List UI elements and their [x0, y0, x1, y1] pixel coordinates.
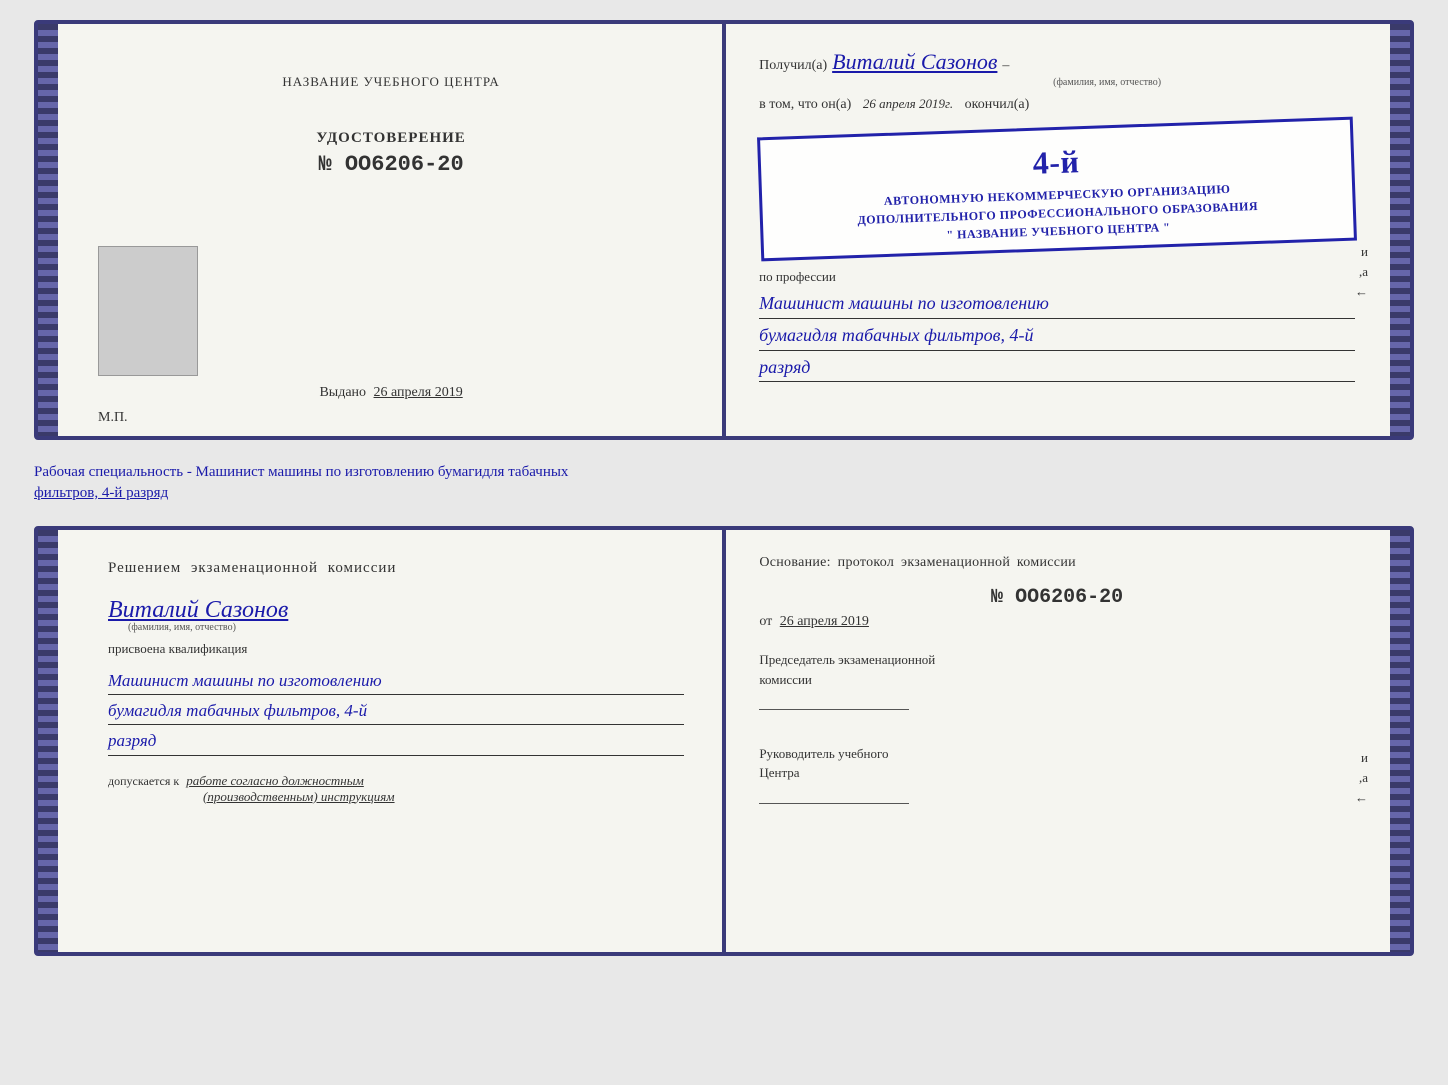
bottom-doc-right: Основание: протокол экзаменационной коми… — [724, 530, 1390, 952]
predsedatel-line2: комиссии — [759, 670, 1355, 690]
photo-placeholder — [98, 246, 198, 376]
udostoverenie-number: № ОО6206-20 — [318, 152, 463, 177]
dopusk-text: работе согласно должностным — [186, 773, 364, 788]
bottom-document: Решением экзаменационной комиссии Витали… — [34, 526, 1414, 956]
predsedatel-line1: Председатель экзаменационной — [759, 650, 1355, 670]
vtom-prefix: в том, что он(а) — [759, 97, 851, 112]
between-text: Рабочая специальность - Машинист машины … — [34, 458, 1414, 508]
dopuskaetsya-line: допускается к работе согласно должностны… — [108, 773, 364, 789]
bottom-side-i: и — [1361, 750, 1368, 766]
dopusk-prefix: допускается к — [108, 774, 179, 788]
bottom-name: Виталий Сазонов — [108, 597, 288, 624]
side-a: ,а — [1359, 264, 1368, 280]
top-doc-left: НАЗВАНИЕ УЧЕБНОГО ЦЕНТРА УДОСТОВЕРЕНИЕ №… — [58, 24, 724, 436]
okonchil: окончил(а) — [965, 97, 1030, 112]
top-document: НАЗВАНИЕ УЧЕБНОГО ЦЕНТРА УДОСТОВЕРЕНИЕ №… — [34, 20, 1414, 440]
ot-prefix: от — [759, 614, 772, 629]
osnovanie: Основание: протокол экзаменационной коми… — [759, 555, 1355, 571]
name-line: Виталий Сазонов (фамилия, имя, отчество) — [108, 597, 288, 633]
prof-line2: бумагидля табачных фильтров, 4-й — [759, 321, 1355, 351]
dopusk-text2: (производственным) инструкциям — [203, 789, 395, 805]
bottom-doc-left: Решением экзаменационной комиссии Витали… — [58, 530, 724, 952]
bottom-left-texture — [38, 530, 58, 952]
side-i: и — [1361, 244, 1368, 260]
po-professii: по профессии — [759, 269, 1355, 285]
ot-date-val: 26 апреля 2019 — [780, 614, 869, 629]
training-center-label: НАЗВАНИЕ УЧЕБНОГО ЦЕНТРА — [282, 74, 499, 90]
prisvoena-line: присвоена квалификация — [108, 641, 247, 657]
vydano-date: 26 апреля 2019 — [374, 385, 463, 400]
vtom-date: 26 апреля 2019г. — [863, 96, 953, 111]
prof-line3: разряд — [759, 353, 1355, 383]
protokol-number: № ОО6206-20 — [759, 586, 1355, 609]
bottom-name-sub: (фамилия, имя, отчество) — [128, 622, 236, 633]
right-texture — [1390, 24, 1410, 436]
bottom-right-texture — [1390, 530, 1410, 952]
rukovoditel-line1: Руководитель учебного — [759, 744, 1355, 764]
poluchil-dash: – — [1002, 58, 1009, 74]
bottom-side-a: ,а — [1359, 770, 1368, 786]
chairman-section: Председатель экзаменационной комиссии — [759, 650, 1355, 716]
poluchil-line: Получил(а) Виталий Сазонов – — [759, 49, 1355, 75]
qual-line3: разряд — [108, 727, 684, 755]
name-sublabel: (фамилия, имя, отчество) — [859, 77, 1355, 88]
vtom-line: в том, что он(а) 26 апреля 2019г. окончи… — [759, 96, 1355, 113]
side-arrow: ← — [1355, 284, 1368, 300]
vydano-line: Выдано 26 апреля 2019 — [319, 385, 462, 401]
bottom-side-arrow: ← — [1355, 790, 1368, 806]
stamp-block: 4-й АВТОНОМНУЮ НЕКОММЕРЧЕСКУЮ ОРГАНИЗАЦИ… — [757, 117, 1357, 262]
top-doc-right: Получил(а) Виталий Сазонов – (фамилия, и… — [724, 24, 1390, 436]
qual-line2: бумагидля табачных фильтров, 4-й — [108, 697, 684, 725]
recipient-name: Виталий Сазонов — [832, 49, 997, 75]
rukovoditel-section: Руководитель учебного Центра — [759, 744, 1355, 810]
between-line1: Рабочая специальность - Машинист машины … — [34, 462, 1414, 483]
between-line2: фильтров, 4-й разряд — [34, 483, 1414, 504]
vydano-label: Выдано — [319, 385, 366, 400]
signature-line-1 — [759, 709, 909, 710]
left-texture — [38, 24, 58, 436]
mp-label: М.П. — [98, 410, 128, 426]
poluchil-prefix: Получил(а) — [759, 58, 827, 74]
signature-line-2 — [759, 803, 909, 804]
prof-line1: Машинист машины по изготовлению — [759, 289, 1355, 319]
udostoverenie-label: УДОСТОВЕРЕНИЕ — [316, 130, 466, 147]
rukovoditel-line2: Центра — [759, 763, 1355, 783]
ot-date: от 26 апреля 2019 — [759, 614, 1355, 630]
qual-line1: Машинист машины по изготовлению — [108, 667, 684, 695]
komissia-title: Решением экзаменационной комиссии — [108, 560, 396, 577]
